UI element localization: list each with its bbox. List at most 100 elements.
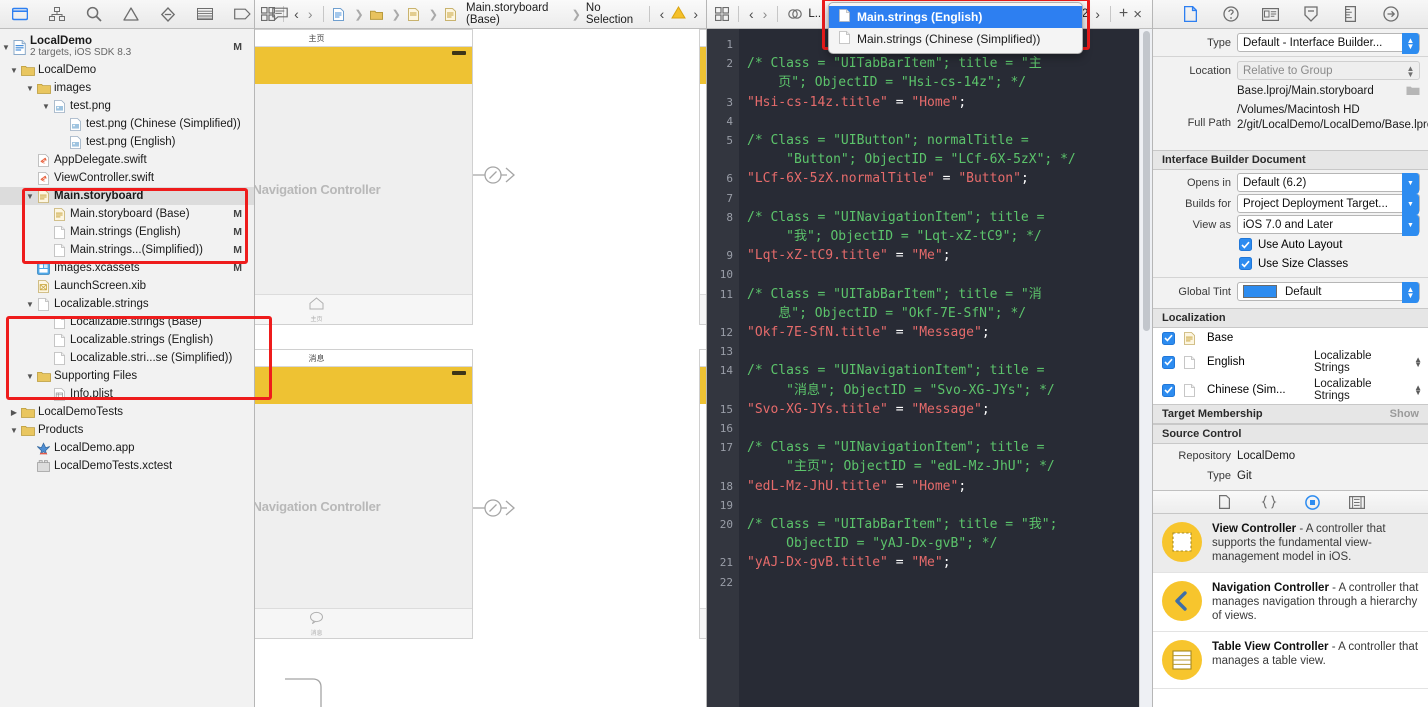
tree-row[interactable]: ▼Images.xcassetsM (0, 259, 254, 277)
test-icon[interactable] (197, 6, 213, 23)
disclosure-triangle[interactable]: ▼ (40, 102, 52, 111)
forward-button[interactable]: › (761, 6, 770, 22)
chevron-updown-icon[interactable]: ▲▼ (1402, 61, 1419, 82)
code-line[interactable]: "LCf-6X-5zX.normalTitle" = "Button"; (747, 169, 1152, 188)
view-as-combo[interactable]: iOS 7.0 and Later ▼ (1237, 215, 1420, 234)
code-line[interactable]: "Okf-7E-SfN.title" = "Message"; (747, 323, 1152, 342)
code-line[interactable]: "Hsi-cs-14z.title" = "Home"; (747, 93, 1152, 112)
tree-row[interactable]: ▼Localizable.strings (Base) (0, 313, 254, 331)
media-library-icon[interactable] (1349, 494, 1365, 510)
tree-row[interactable]: ▼Main.strings...(Simplified))M (0, 241, 254, 259)
project-crumb-icon[interactable] (331, 8, 346, 21)
code-line[interactable] (747, 573, 1152, 592)
tree-row[interactable]: ▼test.png (0, 97, 254, 115)
library-item[interactable]: Navigation Controller - A controller tha… (1153, 573, 1428, 632)
tree-row[interactable]: ▼test.png (Chinese (Simplified)) (0, 115, 254, 133)
back-button[interactable]: ‹ (292, 6, 301, 22)
tree-row[interactable]: ▼Main.storyboard (Base)M (0, 205, 254, 223)
size-inspector-icon[interactable] (1342, 5, 1360, 23)
library-item[interactable]: Table View Controller - A controller tha… (1153, 632, 1428, 689)
code-line[interactable]: "yAJ-Dx-gvB.title" = "Me"; (747, 553, 1152, 572)
tree-row[interactable]: ▼LocalDemoTests.xctest (0, 457, 254, 475)
next-issue-button[interactable]: › (1093, 6, 1102, 22)
previous-issue-button[interactable]: ‹ (658, 6, 667, 22)
code-line[interactable] (747, 496, 1152, 515)
chevron-down-icon[interactable]: ▼ (1402, 194, 1419, 215)
disclosure-triangle[interactable]: ▶ (8, 408, 20, 417)
tag-icon[interactable] (234, 6, 251, 23)
tree-row-project[interactable]: ▼ LocalDemo 2 targets, iOS SDK 8.3 M (0, 33, 254, 61)
tree-row[interactable]: ▼Supporting Files (0, 367, 254, 385)
code-text[interactable]: /* Class = "UITabBarItem"; title = "主 页"… (739, 29, 1152, 707)
tree-row[interactable]: ▼ViewController.swift (0, 169, 254, 187)
checkbox-checked-icon[interactable] (1239, 238, 1252, 251)
scene-card[interactable]: 主页 主页 Button (699, 29, 706, 325)
tree-row[interactable]: ▼Localizable.strings (0, 295, 254, 313)
disclosure-triangle[interactable]: ▼ (24, 372, 36, 381)
crumb-storyboard-label[interactable]: Main.storyboard (Base) (466, 2, 567, 26)
type-combo[interactable]: Default - Interface Builder... ▲▼ (1237, 33, 1420, 52)
localization-row[interactable]: Chinese (Sim...Localizable Strings▲▼ (1153, 376, 1428, 404)
code-line[interactable]: /* Class = "UINavigationItem"; title = "… (747, 208, 1152, 246)
related-items-icon[interactable] (713, 6, 730, 23)
size-classes-row[interactable]: Use Size Classes (1153, 254, 1428, 273)
code-line[interactable]: /* Class = "UIButton"; normalTitle = "Bu… (747, 131, 1152, 169)
chevron-updown-icon[interactable]: ▲▼ (1414, 385, 1422, 395)
location-combo[interactable]: Relative to Group ▲▼ (1237, 61, 1420, 80)
opens-in-combo[interactable]: Default (6.2) ▼ (1237, 173, 1420, 192)
back-button[interactable]: ‹ (747, 6, 756, 22)
search-icon[interactable] (86, 6, 102, 23)
object-library-icon[interactable] (1305, 494, 1321, 510)
tree-row[interactable]: ▼LocalDemo (0, 61, 254, 79)
tree-row[interactable]: ▼Info.plist (0, 385, 254, 403)
target-membership-show-button[interactable]: Show (1390, 408, 1419, 420)
quick-help-icon[interactable] (1222, 5, 1240, 23)
code-line[interactable]: /* Class = "UITabBarItem"; title = "我"; … (747, 515, 1152, 553)
popup-menu-item[interactable]: Main.strings (Chinese (Simplified)) (829, 28, 1082, 50)
storyboard-canvas[interactable]: 主页 Navigation Controller 主页 主页 (255, 29, 706, 707)
disclosure-triangle[interactable]: ▼ (24, 300, 36, 309)
storyboard-crumb-icon[interactable] (443, 8, 458, 21)
no-edit-icon[interactable] (786, 6, 803, 23)
code-line[interactable]: /* Class = "UINavigationItem"; title = "… (747, 361, 1152, 399)
scene-card[interactable]: 消息 消息 (699, 349, 706, 639)
chevron-updown-icon[interactable]: ▲▼ (1402, 282, 1419, 303)
folder-icon[interactable] (12, 6, 28, 23)
file-template-library-icon[interactable] (1217, 494, 1233, 510)
disclosure-triangle[interactable]: ▼ (24, 192, 36, 201)
reveal-folder-icon[interactable] (1406, 85, 1420, 99)
code-snippet-library-icon[interactable] (1261, 494, 1277, 510)
attributes-inspector-icon[interactable] (1302, 5, 1320, 23)
code-line[interactable]: "Lqt-xZ-tC9.title" = "Me"; (747, 246, 1152, 265)
builds-for-combo[interactable]: Project Deployment Target... ▼ (1237, 194, 1420, 213)
code-line[interactable]: /* Class = "UINavigationItem"; title = "… (747, 438, 1152, 476)
tree-row[interactable]: ▼test.png (English) (0, 133, 254, 151)
tree-row[interactable]: ▼Localizable.stri...se (Simplified)) (0, 349, 254, 367)
group-crumb-icon[interactable] (406, 8, 421, 21)
forward-button[interactable]: › (306, 6, 315, 22)
plus-icon[interactable]: + (1119, 5, 1128, 23)
code-line[interactable] (747, 342, 1152, 361)
tree-row[interactable]: ▶LocalDemoTests (0, 403, 254, 421)
hierarchy-icon[interactable] (49, 6, 65, 23)
tree-row[interactable]: ▼LocalDemo.app (0, 439, 254, 457)
popup-menu-item[interactable]: Main.strings (English) (829, 6, 1082, 28)
code-area[interactable]: 12 345 678 91011 121314 151617 181920 21… (707, 29, 1152, 707)
chevron-down-icon[interactable]: ▼ (1402, 215, 1419, 236)
scrollbar-thumb[interactable] (1143, 31, 1150, 331)
checkbox-checked-icon[interactable] (1162, 356, 1175, 369)
identity-inspector-icon[interactable] (1262, 5, 1280, 23)
comment-icon[interactable] (272, 6, 288, 23)
library-item-list[interactable]: View Controller - A controller that supp… (1153, 514, 1428, 707)
code-line[interactable] (747, 112, 1152, 131)
tree-row[interactable]: ▼LaunchScreen.xib (0, 277, 254, 295)
tree-row[interactable]: ▼Localizable.strings (English) (0, 331, 254, 349)
disclosure-triangle[interactable]: ▼ (8, 426, 20, 435)
checkbox-checked-icon[interactable] (1162, 332, 1175, 345)
disclosure-triangle[interactable]: ▼ (8, 66, 20, 75)
code-line[interactable] (747, 265, 1152, 284)
disclosure-triangle[interactable]: ▼ (0, 43, 12, 52)
tint-color-swatch[interactable] (1243, 285, 1277, 298)
checkbox-checked-icon[interactable] (1239, 257, 1252, 270)
connections-inspector-icon[interactable] (1382, 5, 1400, 23)
